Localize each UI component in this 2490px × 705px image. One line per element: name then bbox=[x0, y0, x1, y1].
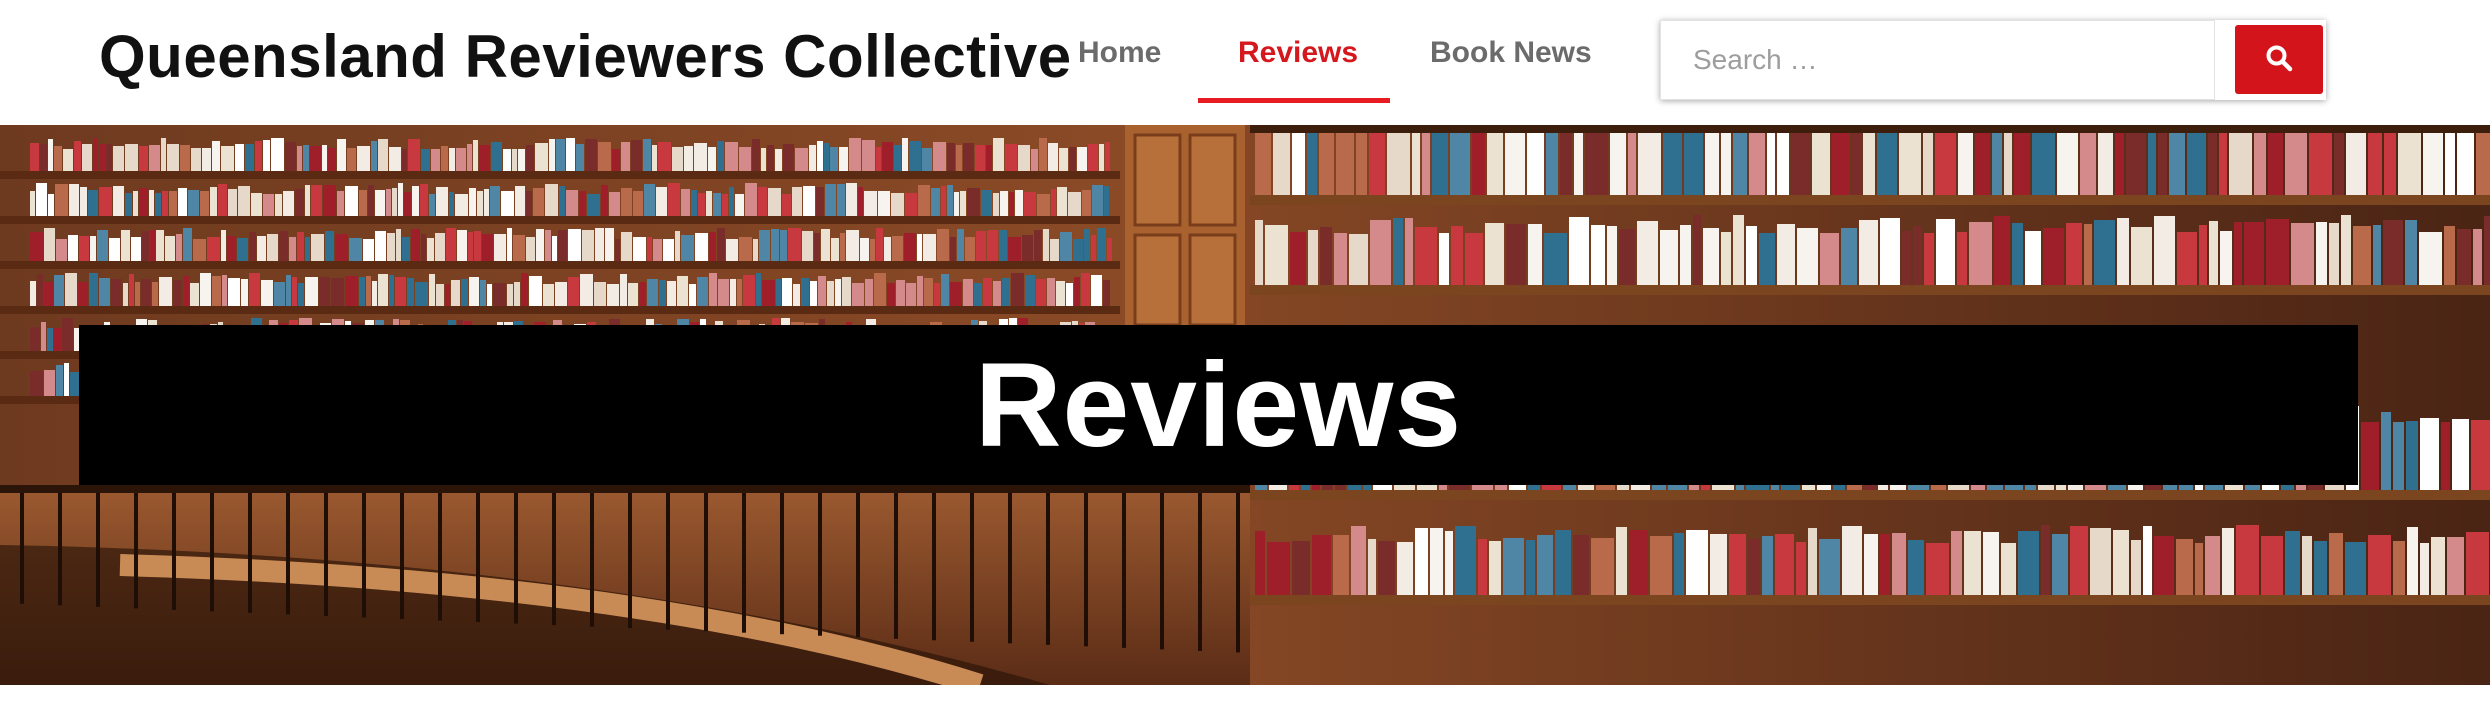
search-input[interactable] bbox=[1660, 20, 2215, 100]
search-icon bbox=[2265, 44, 2293, 75]
active-nav-indicator bbox=[1198, 98, 1390, 103]
nav-item-home[interactable]: Home bbox=[1078, 36, 1161, 70]
search-button[interactable] bbox=[2235, 25, 2323, 94]
page-title-banner: Reviews bbox=[79, 325, 2358, 485]
site-title[interactable]: Queensland Reviewers Collective bbox=[99, 22, 1072, 91]
page-divider bbox=[0, 685, 2490, 705]
hero-section: Reviews bbox=[0, 125, 2490, 685]
site-header: Queensland Reviewers Collective Home Rev… bbox=[0, 0, 2490, 125]
search-form bbox=[1660, 20, 2326, 100]
page-title: Reviews bbox=[974, 338, 1463, 472]
nav-item-reviews[interactable]: Reviews bbox=[1238, 36, 1358, 70]
nav-item-book-news[interactable]: Book News bbox=[1430, 36, 1592, 70]
